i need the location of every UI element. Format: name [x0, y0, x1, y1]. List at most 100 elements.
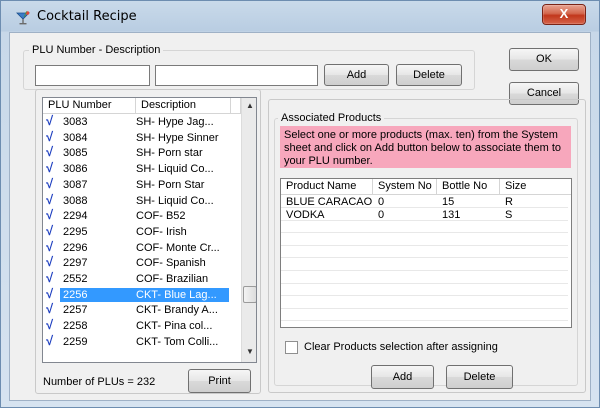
plu-list-item[interactable]: √ 3084 SH- Hype Sinner	[43, 129, 229, 145]
size-cell: R	[505, 196, 513, 208]
plu-list-item[interactable]: √ 2258 CKT- Pina col...	[43, 317, 229, 333]
plu-list-scrollbar[interactable]: ▲ ▼	[241, 98, 256, 362]
ok-button[interactable]: OK	[509, 48, 579, 71]
associated-product-row[interactable]: BLUE CARACAO 0 15 R	[281, 196, 568, 208]
checkmark-icon: √	[46, 270, 54, 285]
plu-number-cell: 2295	[63, 225, 88, 238]
associated-product-row[interactable]	[281, 297, 568, 309]
plu-description-cell: CKT- Blue Lag...	[136, 287, 229, 302]
plu-list-item[interactable]: √ 2256 CKT- Blue Lag...	[43, 285, 229, 302]
plu-add-button[interactable]: Add	[324, 64, 389, 86]
checkmark-icon: √	[46, 254, 54, 270]
plu-number-cell: 2256	[60, 287, 136, 302]
plu-list-item[interactable]: √ 3083 SH- Hype Jag...	[43, 113, 229, 129]
column-header-size[interactable]: Size	[500, 179, 571, 195]
clear-selection-label[interactable]: Clear Products selection after assigning	[304, 341, 498, 353]
scroll-down-arrow-icon[interactable]: ▼	[242, 344, 256, 360]
plu-list-item[interactable]: √ 2259 CKT- Tom Colli...	[43, 332, 229, 349]
cocktail-app-icon	[16, 11, 30, 25]
plu-list-item[interactable]: √ 3088 SH- Liquid Co...	[43, 192, 229, 208]
column-header-bottle-no[interactable]: Bottle No	[437, 179, 500, 195]
checkmark-icon: √	[46, 317, 54, 333]
checkmark-icon: √	[46, 144, 54, 160]
plu-listbox[interactable]: PLU Number Description √ 3083 SH- Hype Jag…	[42, 97, 257, 363]
plu-description-cell: COF- Spanish	[136, 257, 206, 270]
column-header-plu-number[interactable]: PLU Number	[43, 98, 136, 114]
checkmark-icon: √	[46, 332, 54, 348]
plu-description-cell: SH- Hype Jag...	[136, 116, 214, 128]
plu-description-cell: SH- Hype Sinner	[136, 131, 219, 144]
plu-list-item[interactable]: √ 2257 CKT- Brandy A...	[43, 302, 229, 317]
associated-products-label: Associated Products	[278, 112, 385, 124]
plu-description-cell: SH- Liquid Co...	[136, 163, 214, 176]
close-button[interactable]: X	[542, 4, 586, 25]
close-icon: X	[559, 6, 569, 21]
print-button[interactable]: Print	[188, 369, 251, 393]
plu-count-value: 232	[136, 376, 156, 388]
column-header-description[interactable]: Description	[136, 98, 231, 114]
plu-delete-button[interactable]: Delete	[396, 64, 462, 86]
plu-number-cell: 2259	[63, 335, 88, 348]
column-header-product-name[interactable]: Product Name	[281, 179, 373, 195]
plu-number-cell: 2552	[63, 273, 88, 285]
associated-delete-button[interactable]: Delete	[446, 365, 513, 389]
plu-number-cell: 3086	[63, 163, 88, 176]
checkmark-icon: √	[46, 160, 54, 176]
title-bar[interactable]: Cocktail Recipe X	[1, 1, 599, 33]
plu-list-item[interactable]: √ 2295 COF- Irish	[43, 223, 229, 239]
associated-product-row[interactable]: VODKA 0 131 S	[281, 209, 568, 221]
checkmark-icon: √	[46, 285, 54, 301]
plu-description-input[interactable]	[155, 65, 318, 86]
plu-number-cell: 2296	[63, 241, 88, 254]
bottle-no-cell: 15	[442, 196, 455, 208]
plu-list-item[interactable]: √ 3086 SH- Liquid Co...	[43, 160, 229, 176]
cocktail-recipe-window: Cocktail Recipe X PLU Number - Descripti…	[0, 0, 600, 408]
plu-list-item[interactable]: √ 2297 COF- Spanish	[43, 254, 229, 270]
associated-product-row[interactable]	[281, 272, 568, 284]
associated-product-row[interactable]	[281, 259, 568, 271]
plu-description-cell: CKT- Pina col...	[136, 320, 213, 333]
plu-count-label: Number of PLUs =	[43, 376, 134, 388]
associated-product-row[interactable]	[281, 221, 568, 234]
plu-number-cell: 3087	[63, 178, 88, 191]
scroll-up-arrow-icon[interactable]: ▲	[242, 98, 256, 114]
plu-list-item[interactable]: √ 3085 SH- Porn star	[43, 144, 229, 160]
column-header-filler	[231, 98, 241, 114]
checkmark-icon: √	[46, 113, 54, 128]
scroll-thumb[interactable]	[243, 286, 256, 303]
plu-list-item[interactable]: √ 3087 SH- Porn Star	[43, 175, 229, 192]
checkmark-icon: √	[46, 207, 54, 223]
plu-number-cell: 3084	[63, 131, 88, 144]
plu-description-cell: COF- Irish	[136, 225, 187, 238]
plu-number-cell: 2294	[63, 210, 88, 223]
window-title: Cocktail Recipe	[37, 9, 137, 24]
associated-product-row[interactable]	[281, 284, 568, 297]
plu-description-cell: SH- Porn Star	[136, 178, 205, 191]
plu-number-cell: 2258	[63, 320, 88, 333]
associated-product-row[interactable]	[281, 246, 568, 259]
associated-product-row[interactable]	[281, 234, 568, 246]
plu-description-cell: COF- B52	[136, 210, 186, 223]
plu-group-label: PLU Number - Description	[29, 44, 164, 56]
product-name-cell: VODKA	[286, 208, 325, 221]
plu-number-cell: 3088	[63, 194, 88, 207]
associated-products-grid[interactable]: Product Name System No Bottle No Size BL…	[280, 178, 572, 328]
bottle-no-cell: 131	[442, 208, 461, 221]
plu-description-cell: SH- Liquid Co...	[136, 194, 214, 207]
plu-list-item[interactable]: √ 2552 COF- Brazilian	[43, 270, 229, 286]
dialog-client-area: PLU Number - Description Add Delete OK C…	[9, 32, 591, 401]
plu-number-cell: 2297	[63, 257, 88, 270]
plu-number-cell: 2257	[63, 304, 88, 317]
plu-description-cell: CKT- Tom Colli...	[136, 335, 219, 348]
column-header-system-no[interactable]: System No	[373, 179, 437, 195]
plu-number-input[interactable]	[35, 65, 150, 86]
clear-selection-checkbox[interactable]	[285, 341, 298, 354]
system-no-cell: 0	[378, 196, 385, 208]
plu-description-cell: CKT- Brandy A...	[136, 304, 218, 317]
plu-list-item[interactable]: √ 2294 COF- B52	[43, 207, 229, 223]
associated-product-row[interactable]	[281, 309, 568, 322]
checkmark-icon: √	[46, 238, 54, 254]
plu-list-item[interactable]: √ 2296 COF- Monte Cr...	[43, 238, 229, 255]
checkmark-icon: √	[46, 175, 54, 191]
associated-add-button[interactable]: Add	[371, 365, 434, 389]
